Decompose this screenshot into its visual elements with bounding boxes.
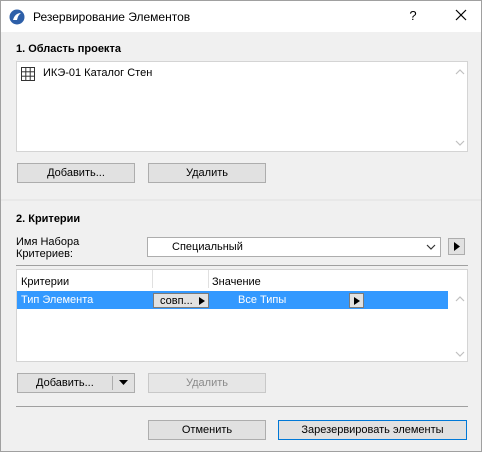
section-project-scope-title: 1. Область проекта bbox=[16, 43, 121, 55]
chevron-down-icon bbox=[426, 244, 436, 250]
criteria-set-name-label: Имя Набора Критериев: bbox=[16, 236, 79, 260]
criteria-separator bbox=[16, 265, 468, 266]
criteria-remove-button[interactable]: Удалить bbox=[148, 373, 266, 393]
scroll-up-icon[interactable] bbox=[455, 68, 465, 76]
scroll-down-icon[interactable] bbox=[455, 139, 465, 147]
close-icon[interactable] bbox=[451, 5, 471, 25]
cancel-button[interactable]: Отменить bbox=[148, 420, 266, 440]
scope-remove-button[interactable]: Удалить bbox=[148, 163, 266, 183]
reserve-elements-dialog: Резервирование Элементов ? 1. Область пр… bbox=[0, 0, 482, 452]
play-arrow-icon bbox=[354, 297, 360, 305]
criteria-set-value: Специальный bbox=[172, 241, 243, 253]
scroll-down-icon[interactable] bbox=[455, 350, 465, 358]
table-row[interactable]: Тип Элемента совп... Все Типы bbox=[17, 291, 448, 309]
footer-separator bbox=[16, 406, 468, 407]
section-divider bbox=[1, 199, 481, 201]
column-header-criteria: Критерии bbox=[21, 276, 70, 288]
play-arrow-icon bbox=[199, 297, 205, 305]
row-criterion: Тип Элемента bbox=[21, 294, 94, 306]
value-menu-button[interactable] bbox=[349, 293, 364, 308]
reserve-elements-button[interactable]: Зарезервировать элементы bbox=[278, 420, 467, 440]
archicad-app-icon bbox=[9, 9, 25, 25]
criteria-set-menu-button[interactable] bbox=[448, 238, 465, 255]
list-item-label: ИКЭ-01 Каталог Стен bbox=[43, 67, 153, 79]
row-value: Все Типы bbox=[238, 294, 287, 306]
table-grid-icon bbox=[21, 67, 35, 81]
criteria-grid[interactable]: Критерии Значение Тип Элемента совп... В… bbox=[16, 269, 468, 362]
column-divider bbox=[152, 270, 153, 288]
column-divider bbox=[208, 270, 209, 288]
list-item[interactable]: ИКЭ-01 Каталог Стен bbox=[21, 66, 441, 82]
title-bar: Резервирование Элементов ? bbox=[1, 1, 481, 32]
criteria-set-name-label-line1: Имя Набора bbox=[16, 236, 80, 248]
column-header-value: Значение bbox=[212, 276, 261, 288]
operator-button[interactable]: совп... bbox=[153, 293, 209, 308]
criteria-add-label: Добавить... bbox=[36, 377, 94, 389]
caret-down-icon[interactable] bbox=[119, 380, 128, 386]
project-scope-list[interactable]: ИКЭ-01 Каталог Стен bbox=[16, 61, 468, 152]
criteria-add-button[interactable]: Добавить... bbox=[17, 373, 135, 393]
help-button[interactable]: ? bbox=[403, 7, 423, 25]
section-criteria-title: 2. Критерии bbox=[16, 213, 81, 225]
scroll-up-icon[interactable] bbox=[455, 295, 465, 303]
play-arrow-icon bbox=[454, 242, 460, 251]
scope-add-button[interactable]: Добавить... bbox=[17, 163, 135, 183]
split-divider bbox=[112, 376, 113, 390]
criteria-set-select[interactable]: Специальный bbox=[147, 237, 441, 257]
operator-label: совп... bbox=[160, 295, 193, 307]
criteria-set-name-label-line2: Критериев: bbox=[16, 248, 73, 260]
window-title: Резервирование Элементов bbox=[33, 10, 191, 24]
